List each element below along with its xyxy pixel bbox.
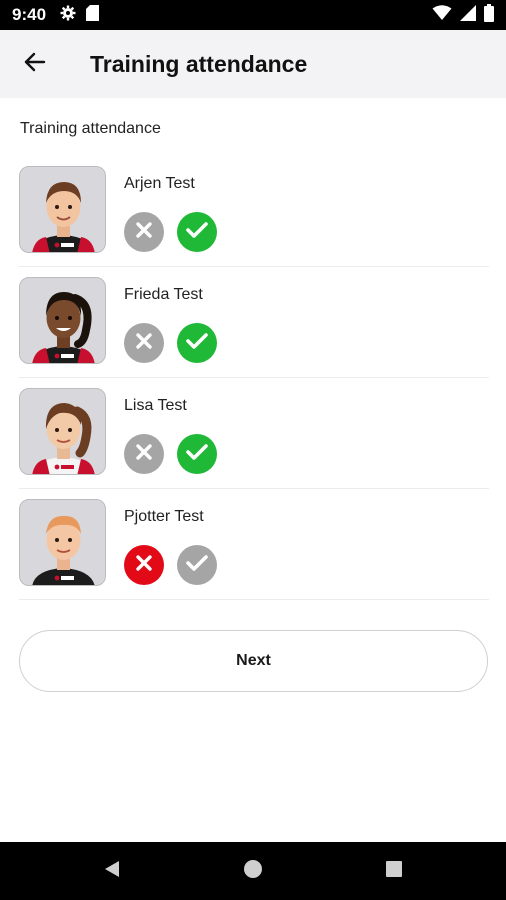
back-button[interactable] <box>0 30 70 98</box>
present-button[interactable] <box>177 323 217 363</box>
player-row: Lisa Test <box>19 378 489 489</box>
sd-card-icon <box>86 4 100 26</box>
player-row: Pjotter Test <box>19 489 489 600</box>
home-circle-icon <box>243 859 263 884</box>
absent-button[interactable] <box>124 545 164 585</box>
close-icon <box>135 332 153 355</box>
player-name: Lisa Test <box>124 397 187 414</box>
avatar <box>19 166 106 253</box>
absent-button[interactable] <box>124 212 164 252</box>
player-name: Frieda Test <box>124 286 203 303</box>
present-button[interactable] <box>177 212 217 252</box>
gear-icon <box>60 5 76 26</box>
present-button[interactable] <box>177 545 217 585</box>
player-name: Arjen Test <box>124 175 195 192</box>
nav-back-button[interactable] <box>42 842 183 900</box>
check-icon <box>186 443 208 466</box>
close-icon <box>135 554 153 577</box>
nav-home-button[interactable] <box>183 842 324 900</box>
check-icon <box>186 554 208 577</box>
arrow-left-icon <box>24 52 46 77</box>
close-icon <box>135 221 153 244</box>
player-row: Frieda Test <box>19 267 489 378</box>
nav-recents-button[interactable] <box>324 842 465 900</box>
absent-button[interactable] <box>124 434 164 474</box>
app-bar: Training attendance <box>0 30 506 98</box>
status-time: 9:40 <box>12 5 47 24</box>
player-name: Pjotter Test <box>124 508 204 525</box>
battery-icon <box>484 3 494 27</box>
check-icon <box>186 221 208 244</box>
avatar <box>19 277 106 364</box>
page-title: Training attendance <box>90 50 308 77</box>
check-icon <box>186 332 208 355</box>
close-icon <box>135 443 153 466</box>
present-button[interactable] <box>177 434 217 474</box>
navigation-bar <box>0 842 506 900</box>
absent-button[interactable] <box>124 323 164 363</box>
wifi-icon <box>432 4 452 26</box>
recents-square-icon <box>385 860 403 883</box>
avatar <box>19 499 106 586</box>
signal-icon <box>460 4 476 26</box>
status-bar: 9:40 <box>0 0 506 30</box>
section-label: Training attendance <box>20 120 161 137</box>
next-button[interactable]: Next <box>19 630 488 692</box>
player-list: Arjen Test Frieda Test Lisa Test Pjotter… <box>19 156 489 600</box>
player-row: Arjen Test <box>19 156 489 267</box>
back-triangle-icon <box>102 859 122 884</box>
avatar <box>19 388 106 475</box>
